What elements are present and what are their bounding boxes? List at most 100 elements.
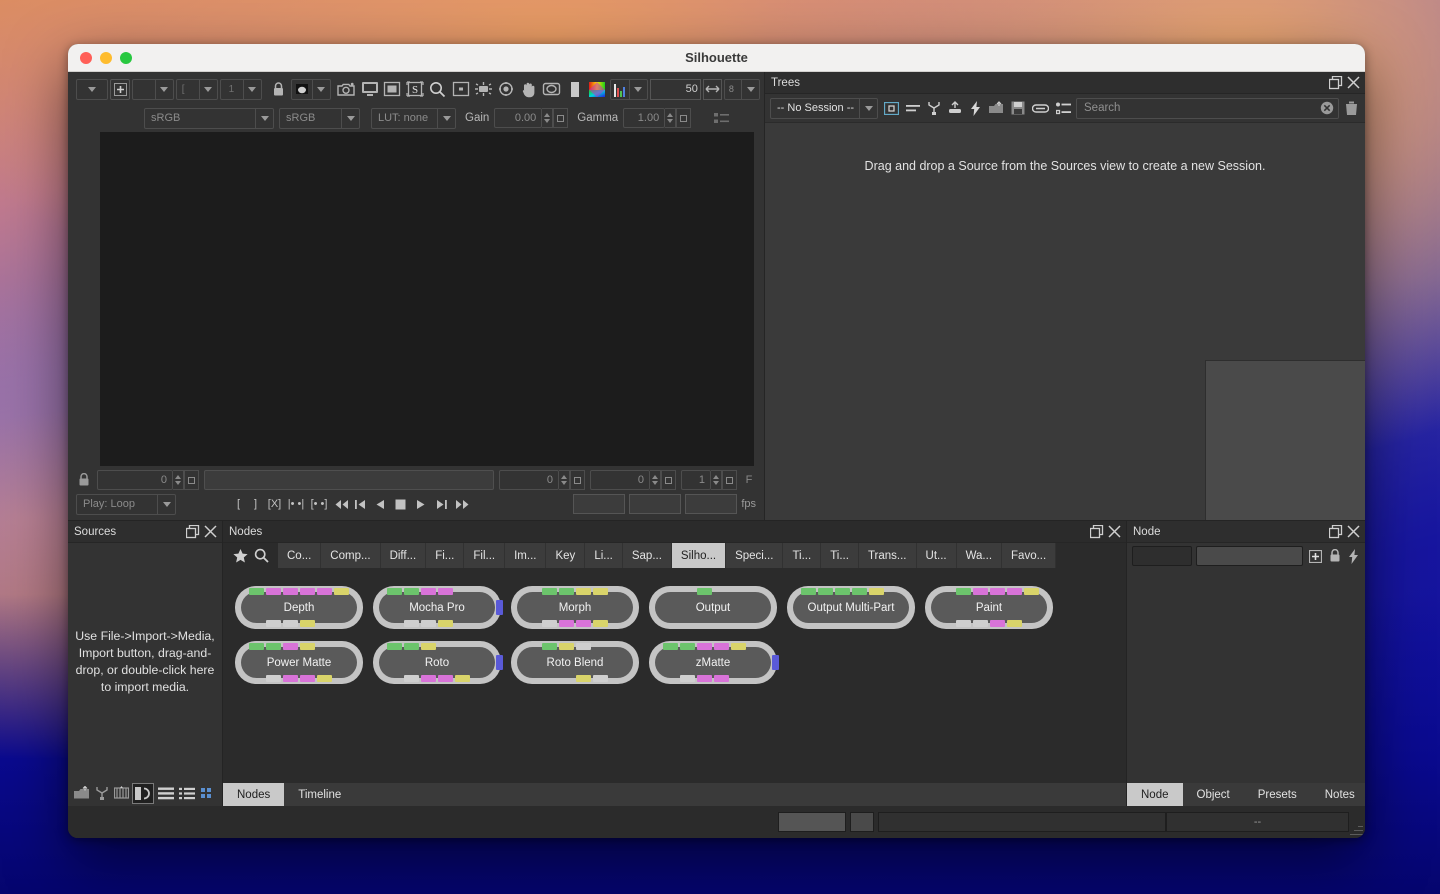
node-category-tab[interactable]: Speci... xyxy=(726,543,783,568)
node-port[interactable] xyxy=(593,588,608,595)
zoom-level-field[interactable]: 50 xyxy=(650,79,701,100)
image-frame-icon[interactable] xyxy=(541,79,562,100)
zoom-icon[interactable] xyxy=(428,79,449,100)
close-icon[interactable] xyxy=(1346,75,1361,90)
node-port[interactable] xyxy=(818,588,833,595)
node-port[interactable] xyxy=(886,588,901,595)
last-frame-button[interactable] xyxy=(451,493,473,515)
node-tile[interactable]: zMatte xyxy=(649,641,777,684)
node-port[interactable] xyxy=(731,588,746,595)
in-point-field[interactable]: 0 xyxy=(499,470,559,490)
node-category-tab[interactable]: Silho... xyxy=(672,543,726,568)
node-port[interactable] xyxy=(300,643,315,650)
search-input[interactable] xyxy=(1084,102,1320,114)
node-port[interactable] xyxy=(680,620,695,627)
import-media-icon[interactable] xyxy=(72,783,91,804)
node-category-tab[interactable]: Ti... xyxy=(821,543,859,568)
fit-icon[interactable] xyxy=(450,79,471,100)
node-port[interactable] xyxy=(387,620,402,627)
first-frame-button[interactable] xyxy=(331,493,351,515)
fps-actual-field[interactable] xyxy=(685,494,737,514)
node-port[interactable] xyxy=(680,643,695,650)
node-category-tab[interactable]: Favo... xyxy=(1002,543,1056,568)
save-icon[interactable] xyxy=(1009,98,1027,119)
viewer-blend-dropdown[interactable]: [ xyxy=(176,79,218,100)
node-port[interactable] xyxy=(249,588,264,595)
bit-depth-dropdown[interactable]: 8 xyxy=(724,79,760,100)
node-path-field[interactable] xyxy=(1196,546,1303,566)
alpha-bar-icon[interactable] xyxy=(564,79,585,100)
node-side-port[interactable] xyxy=(496,600,503,615)
viewer-channel-dropdown[interactable] xyxy=(132,79,174,100)
node-port[interactable] xyxy=(939,588,954,595)
node-panel-tab[interactable]: Presets xyxy=(1244,783,1311,806)
node-port[interactable] xyxy=(714,588,729,595)
node-category-tab[interactable]: Sap... xyxy=(623,543,672,568)
node-port[interactable] xyxy=(697,588,712,595)
node-port[interactable] xyxy=(559,675,574,682)
node-port[interactable] xyxy=(610,643,625,650)
node-port[interactable] xyxy=(300,620,315,627)
node-side-port[interactable] xyxy=(496,655,503,670)
close-icon[interactable] xyxy=(1346,524,1361,539)
lock-icon[interactable] xyxy=(268,79,289,100)
lut-dropdown[interactable]: LUT: none xyxy=(371,108,456,129)
node-port[interactable] xyxy=(1007,588,1022,595)
rotate-icon[interactable] xyxy=(496,79,517,100)
node-port[interactable] xyxy=(266,643,281,650)
sources-drop-area[interactable]: Use File->Import->Media, Import button, … xyxy=(68,543,222,780)
close-icon[interactable] xyxy=(203,524,218,539)
node-port[interactable] xyxy=(869,620,884,627)
gain-value[interactable]: 0.00 xyxy=(494,108,542,128)
node-port[interactable] xyxy=(455,588,470,595)
resize-grip[interactable] xyxy=(1349,822,1363,836)
node-port[interactable] xyxy=(525,643,540,650)
node-category-tab[interactable]: Im... xyxy=(505,543,546,568)
node-side-port[interactable] xyxy=(772,655,779,670)
matte-view-dropdown[interactable] xyxy=(291,79,331,100)
trees-minimap[interactable] xyxy=(1205,360,1365,520)
node-port[interactable] xyxy=(835,620,850,627)
node-port[interactable] xyxy=(663,620,678,627)
node-category-tab[interactable]: Ti... xyxy=(783,543,821,568)
thumbnail-icon[interactable] xyxy=(132,783,154,804)
lock-icon[interactable] xyxy=(76,470,92,491)
search-icon[interactable] xyxy=(253,547,270,565)
stop-button[interactable] xyxy=(389,493,411,515)
node-port[interactable] xyxy=(714,643,729,650)
node-port[interactable] xyxy=(610,675,625,682)
prev-frame-button[interactable] xyxy=(370,493,389,515)
node-port[interactable] xyxy=(438,675,453,682)
mark-out-button[interactable]: ] xyxy=(247,493,264,515)
node-port[interactable] xyxy=(663,675,678,682)
node-port[interactable] xyxy=(714,620,729,627)
node-port[interactable] xyxy=(576,588,591,595)
node-port[interactable] xyxy=(542,675,557,682)
node-port[interactable] xyxy=(610,620,625,627)
node-port[interactable] xyxy=(455,675,470,682)
node-port[interactable] xyxy=(748,643,763,650)
node-port[interactable] xyxy=(748,620,763,627)
lightning-icon[interactable] xyxy=(967,98,983,119)
node-category-tab[interactable]: Key xyxy=(546,543,585,568)
lightning-icon[interactable] xyxy=(1346,546,1360,567)
node-category-tab[interactable]: Fi... xyxy=(426,543,464,568)
node-tile[interactable]: Depth xyxy=(235,586,363,629)
node-port[interactable] xyxy=(852,588,867,595)
node-port[interactable] xyxy=(610,588,625,595)
play-button[interactable] xyxy=(411,493,431,515)
node-port[interactable] xyxy=(472,643,487,650)
node-port[interactable] xyxy=(956,620,971,627)
current-frame-field[interactable]: 0 xyxy=(97,470,173,490)
color-wheel-icon[interactable] xyxy=(587,79,608,100)
node-tile[interactable]: Roto Blend xyxy=(511,641,639,684)
out-point-key-button[interactable] xyxy=(661,470,676,490)
color-settings-icon[interactable] xyxy=(710,108,732,129)
node-port[interactable] xyxy=(266,675,281,682)
node-category-tab[interactable]: Co... xyxy=(278,543,321,568)
next-frame-button[interactable] xyxy=(431,493,451,515)
viewer-canvas[interactable] xyxy=(100,132,754,466)
node-port[interactable] xyxy=(731,643,746,650)
viewer-view-dropdown[interactable]: 1 xyxy=(220,79,262,100)
node-tile[interactable]: Output Multi-Part xyxy=(787,586,915,629)
